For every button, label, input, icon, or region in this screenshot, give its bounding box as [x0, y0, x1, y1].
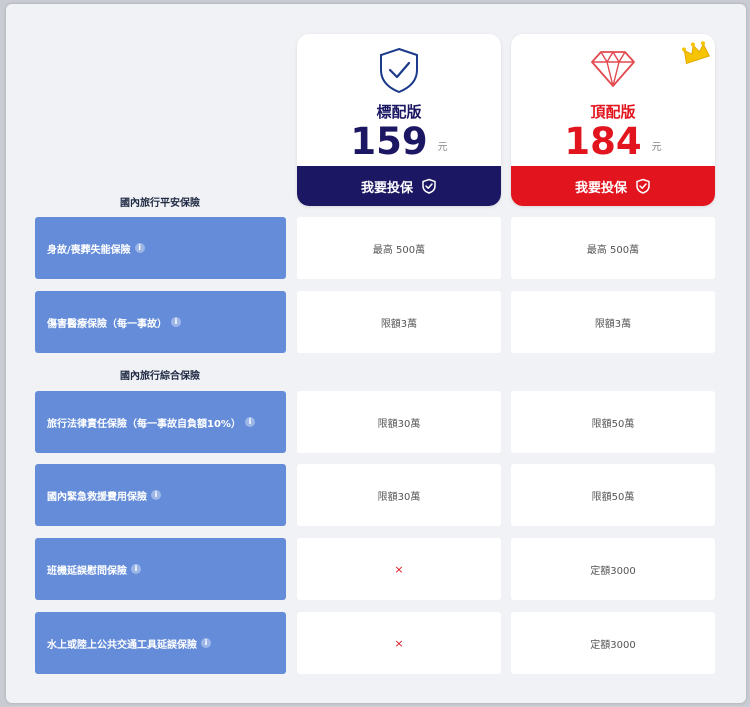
coverage-value-premium: 定額3000: [511, 612, 715, 674]
shield-check-icon: [380, 47, 418, 94]
plan-price: 184 元: [511, 120, 715, 163]
coverage-label-text: 班機延誤慰問保險: [47, 565, 127, 577]
info-icon[interactable]: i: [151, 490, 161, 500]
coverage-label-text: 傷害醫療保險（每一事故）: [47, 318, 167, 330]
info-icon[interactable]: i: [171, 317, 181, 327]
coverage-value-premium: 限額3萬: [511, 291, 715, 353]
price-value: 184: [564, 120, 642, 163]
shield-check-icon: [636, 178, 650, 194]
coverage-label-text: 國內緊急救援費用保險: [47, 491, 147, 503]
coverage-label: 水上或陸上公共交通工具延誤保險 i: [35, 612, 286, 674]
plan-card-standard: 標配版 159 元 我要投保: [297, 34, 501, 206]
section-title: 國內旅行平安保險: [120, 198, 200, 209]
plan-name: 標配版: [376, 103, 422, 121]
info-icon[interactable]: i: [244, 417, 255, 427]
coverage-value-standard: ×: [297, 538, 501, 600]
info-icon[interactable]: i: [131, 564, 141, 574]
coverage-value-standard: 最高 500萬: [297, 217, 501, 279]
coverage-value-standard: 限額3萬: [297, 291, 501, 353]
coverage-label-text: 身故/喪葬失能保險: [47, 244, 131, 256]
not-covered-icon: ×: [394, 562, 404, 576]
coverage-value-premium: 定額3000: [511, 538, 715, 600]
buy-button-label: 我要投保: [360, 180, 413, 196]
coverage-value-standard: 限額30萬: [297, 464, 501, 526]
coverage-value-standard: ×: [297, 612, 501, 674]
info-icon[interactable]: i: [201, 638, 211, 648]
coverage-label: 身故/喪葬失能保險 i: [35, 217, 286, 279]
plan-name: 頂配版: [590, 103, 636, 121]
price-value: 159: [350, 120, 428, 163]
coverage-label: 國內緊急救援費用保險 i: [35, 464, 286, 526]
buy-button-label: 我要投保: [574, 180, 627, 196]
diamond-icon: [591, 51, 635, 87]
price-unit: 元: [437, 142, 448, 153]
plan-price: 159 元: [297, 120, 501, 163]
coverage-label: 傷害醫療保險（每一事故） i: [35, 291, 286, 353]
coverage-label-text: 水上或陸上公共交通工具延誤保險: [47, 639, 197, 651]
not-covered-icon: ×: [394, 636, 404, 650]
coverage-value-premium: 限額50萬: [511, 391, 715, 453]
coverage-value-premium: 最高 500萬: [511, 217, 715, 279]
coverage-label-text: 旅行法律責任保險（每一事故自負額10%）: [47, 418, 241, 430]
coverage-label: 旅行法律責任保險（每一事故自負額10%） i: [35, 391, 286, 453]
section-title: 國內旅行綜合保險: [120, 371, 200, 382]
coverage-value-standard: 限額30萬: [297, 391, 501, 453]
shield-check-icon: [422, 178, 436, 194]
coverage-label: 班機延誤慰問保險 i: [35, 538, 286, 600]
plan-card-premium: 頂配版 184 元 我要投保: [511, 34, 715, 206]
coverage-value-premium: 限額50萬: [511, 464, 715, 526]
price-unit: 元: [651, 142, 662, 153]
info-icon[interactable]: i: [134, 243, 145, 253]
buy-button-premium[interactable]: 我要投保: [511, 166, 715, 206]
buy-button-standard[interactable]: 我要投保: [297, 166, 501, 206]
